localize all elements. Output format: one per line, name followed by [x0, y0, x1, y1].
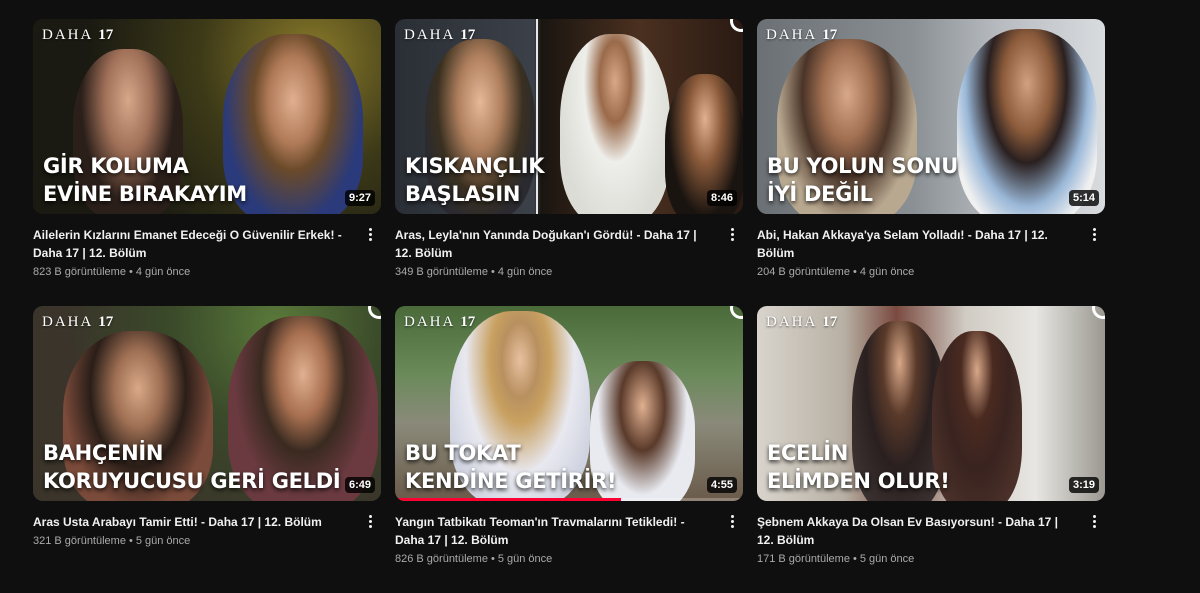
video-thumbnail[interactable]: DAHA 17 BAHÇENİN KORUYUCUSU GERİ GELDİ 6…	[33, 306, 381, 501]
thumbnail-person	[957, 29, 1097, 214]
video-info: Şebnem Akkaya Da Olsan Ev Basıyorsun! - …	[757, 501, 1105, 567]
duration-badge: 3:19	[1068, 477, 1099, 493]
video-meta: 204 B görüntüleme • 4 gün önce	[757, 266, 915, 278]
more-options-icon[interactable]	[725, 222, 739, 246]
video-thumbnail[interactable]: DAHA 17 ECELİN ELİMDEN OLUR! 3:19	[757, 306, 1105, 501]
upload-age: 5 gün önce	[859, 553, 915, 565]
thumbnail-caption: BAHÇENİN KORUYUCUSU GERİ GELDİ	[43, 441, 341, 493]
video-thumbnail[interactable]: DAHA 17 KISKANÇLIK BAŞLASIN 8:46	[395, 19, 743, 214]
video-card[interactable]: DAHA 17 BU TOKAT KENDİNE GETİRİR! 4:55 Y…	[395, 306, 743, 593]
thumbnail-caption: BU TOKAT KENDİNE GETİRİR!	[405, 441, 617, 493]
duration-badge: 8:46	[706, 190, 737, 206]
video-card[interactable]: DAHA 17 KISKANÇLIK BAŞLASIN 8:46 Aras, L…	[395, 19, 743, 306]
video-title[interactable]: Aras, Leyla'nın Yanında Doğukan'ı Gördü!…	[395, 226, 713, 262]
video-meta: 349 B görüntüleme • 4 gün önce	[395, 266, 553, 278]
thumbnail-caption: GİR KOLUMA EVİNE BIRAKAYIM	[43, 154, 247, 206]
thumbnail-caption: ECELİN ELİMDEN OLUR!	[767, 441, 950, 493]
video-info: Ailelerin Kızlarını Emanet Edeceği O Güv…	[33, 214, 381, 280]
duration-badge: 5:14	[1068, 190, 1099, 206]
thumbnail-caption: KISKANÇLIK BAŞLASIN	[405, 154, 545, 206]
video-title[interactable]: Ailelerin Kızlarını Emanet Edeceği O Güv…	[33, 226, 351, 262]
video-card[interactable]: DAHA 17 BU YOLUN SONU İYİ DEĞİL 5:14 Abi…	[757, 19, 1105, 306]
upload-age: 5 gün önce	[135, 535, 191, 547]
video-meta: 321 B görüntüleme • 5 gün önce	[33, 535, 191, 547]
video-title[interactable]: Şebnem Akkaya Da Olsan Ev Basıyorsun! - …	[757, 513, 1075, 549]
upload-age: 5 gün önce	[497, 553, 553, 565]
channel-logo: DAHA 17	[42, 314, 114, 330]
view-count: 171 B görüntüleme	[757, 553, 850, 565]
video-meta: 823 B görüntüleme • 4 gün önce	[33, 266, 191, 278]
channel-logo: DAHA 17	[404, 314, 476, 330]
video-title[interactable]: Aras Usta Arabayı Tamir Etti! - Daha 17 …	[33, 513, 351, 531]
video-card[interactable]: DAHA 17 GİR KOLUMA EVİNE BIRAKAYIM 9:27 …	[33, 19, 381, 306]
video-thumbnail[interactable]: DAHA 17 BU TOKAT KENDİNE GETİRİR! 4:55	[395, 306, 743, 501]
more-options-icon[interactable]	[725, 509, 739, 533]
more-options-icon[interactable]	[363, 222, 377, 246]
video-title[interactable]: Yangın Tatbikatı Teoman'ın Travmalarını …	[395, 513, 713, 549]
video-info: Aras Usta Arabayı Tamir Etti! - Daha 17 …	[33, 501, 381, 549]
upload-age: 4 gün önce	[859, 266, 915, 278]
channel-logo: DAHA 17	[404, 27, 476, 43]
video-info: Aras, Leyla'nın Yanında Doğukan'ı Gördü!…	[395, 214, 743, 280]
duration-badge: 6:49	[344, 477, 375, 493]
video-thumbnail[interactable]: DAHA 17 GİR KOLUMA EVİNE BIRAKAYIM 9:27	[33, 19, 381, 214]
video-info: Abi, Hakan Akkaya'ya Selam Yolladı! - Da…	[757, 214, 1105, 280]
upload-age: 4 gün önce	[497, 266, 553, 278]
more-options-icon[interactable]	[1087, 222, 1101, 246]
thumbnail-person	[560, 34, 670, 214]
view-count: 826 B görüntüleme	[395, 553, 488, 565]
view-count: 349 B görüntüleme	[395, 266, 488, 278]
view-count: 823 B görüntüleme	[33, 266, 126, 278]
video-card[interactable]: DAHA 17 BAHÇENİN KORUYUCUSU GERİ GELDİ 6…	[33, 306, 381, 593]
video-card[interactable]: DAHA 17 ECELİN ELİMDEN OLUR! 3:19 Şebnem…	[757, 306, 1105, 593]
duration-badge: 9:27	[344, 190, 375, 206]
video-meta: 826 B görüntüleme • 5 gün önce	[395, 553, 553, 565]
view-count: 204 B görüntüleme	[757, 266, 850, 278]
more-options-icon[interactable]	[1087, 509, 1101, 533]
thumbnail-caption: BU YOLUN SONU İYİ DEĞİL	[767, 154, 958, 206]
channel-logo: DAHA 17	[42, 27, 114, 43]
video-thumbnail[interactable]: DAHA 17 BU YOLUN SONU İYİ DEĞİL 5:14	[757, 19, 1105, 214]
upload-age: 4 gün önce	[135, 266, 191, 278]
video-info: Yangın Tatbikatı Teoman'ın Travmalarını …	[395, 501, 743, 567]
more-options-icon[interactable]	[363, 509, 377, 533]
view-count: 321 B görüntüleme	[33, 535, 126, 547]
video-grid: DAHA 17 GİR KOLUMA EVİNE BIRAKAYIM 9:27 …	[33, 19, 1105, 593]
channel-logo: DAHA 17	[766, 27, 838, 43]
video-title[interactable]: Abi, Hakan Akkaya'ya Selam Yolladı! - Da…	[757, 226, 1075, 262]
video-meta: 171 B görüntüleme • 5 gün önce	[757, 553, 915, 565]
duration-badge: 4:55	[706, 477, 737, 493]
channel-logo: DAHA 17	[766, 314, 838, 330]
